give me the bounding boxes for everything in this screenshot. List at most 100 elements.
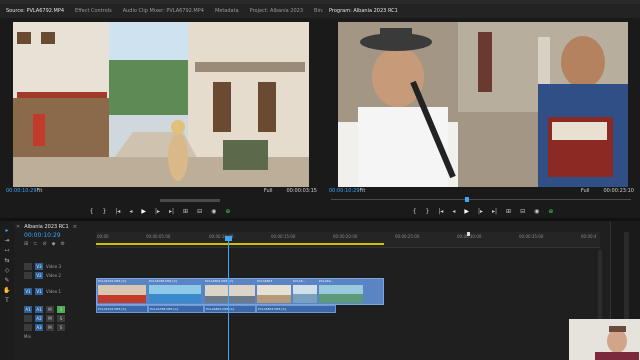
program-step-forward-icon[interactable]: |▸ (478, 208, 483, 215)
track-id-a2[interactable]: A2 (35, 315, 43, 322)
program-scrub-bar[interactable] (331, 199, 631, 200)
slip-tool-icon[interactable]: ◇ (5, 267, 10, 274)
extract-icon[interactable]: ⊟ (520, 208, 525, 215)
source-patch-v1[interactable]: V1 (24, 288, 32, 295)
mute-a2[interactable]: M (46, 315, 54, 322)
nest-toggle-icon[interactable]: ⊞ (24, 241, 28, 247)
step-back-icon[interactable]: ◂ (129, 208, 132, 215)
program-play-icon[interactable]: ▶ (464, 208, 469, 215)
ripple-edit-tool-icon[interactable]: ⇿ (4, 247, 9, 254)
track-id-v2[interactable]: V2 (35, 272, 43, 279)
audio-clip[interactable]: PVLA6768.MP4 [A] (148, 305, 204, 313)
program-fit-select[interactable]: Fit (360, 188, 366, 194)
mark-in-icon[interactable]: { (90, 208, 94, 215)
playhead-line[interactable] (228, 236, 229, 360)
step-forward-icon[interactable]: |▸ (155, 208, 160, 215)
source-current-timecode[interactable]: 00:00:10:29 (6, 188, 37, 194)
playhead-handle[interactable] (225, 236, 232, 241)
audio-clip[interactable]: PVLA6802.MP4 [A] (204, 305, 256, 313)
program-quality-select[interactable]: Full (581, 188, 590, 194)
track-target-badge[interactable] (24, 263, 32, 270)
add-marker-icon[interactable]: ◆ (52, 241, 56, 247)
linked-selection-icon[interactable]: ⊘ (42, 241, 46, 247)
audio-clip[interactable]: PVLA6803.MP4 [A] (256, 305, 336, 313)
wrench-icon[interactable]: ⚙ (60, 241, 64, 247)
track-header-mix: Mix (24, 332, 96, 341)
source-video-frame[interactable] (13, 22, 309, 187)
source-zoom-bar[interactable] (160, 199, 220, 202)
solo-a3[interactable]: S (57, 324, 65, 331)
hand-tool-icon[interactable]: ✋ (3, 287, 10, 294)
source-patch-a1[interactable]: A1 (24, 306, 32, 313)
type-tool-icon[interactable]: T (5, 297, 9, 304)
track-id-a1[interactable]: A1 (35, 306, 43, 313)
mute-a1[interactable]: M (46, 306, 54, 313)
track-header-a2: A2 M S (24, 314, 96, 323)
track-select-tool-icon[interactable]: ⇥ (4, 237, 9, 244)
tab-effect-controls[interactable]: Effect Controls (75, 8, 112, 14)
tab-audio-clip-mixer[interactable]: Audio Clip Mixer: PVLA6792.MP4 (123, 8, 204, 14)
program-step-back-icon[interactable]: ◂ (452, 208, 455, 215)
program-go-to-in-icon[interactable]: |◂ (438, 208, 443, 215)
track-target-badge[interactable] (24, 272, 32, 279)
timeline-tab[interactable]: ✕ Albania 2023 RC1 ≡ (16, 221, 77, 232)
sequence-tab-label: Albania 2023 RC1 (24, 223, 69, 230)
solo-a1[interactable]: S (57, 306, 65, 313)
export-frame-icon[interactable]: ◉ (211, 208, 216, 215)
track-target-badge[interactable] (24, 324, 32, 331)
timeline-marker[interactable] (467, 232, 470, 236)
tab-project[interactable]: Project: Albania 2023 (250, 8, 303, 14)
track-id-v1[interactable]: V1 (35, 288, 43, 295)
program-mark-in-icon[interactable]: { (413, 208, 417, 215)
razor-tool-icon[interactable]: ⇆ (4, 257, 9, 264)
video-clip-group[interactable]: PVLA6792.MP4 [V] PVLA6768.MP4 [V] PVLA68… (96, 278, 384, 305)
tab-source[interactable]: Source: PVLA6792.MP4 (6, 8, 64, 14)
track-name-v2: Video 2 (46, 273, 62, 278)
source-duration: 00:00:03:15 (286, 188, 317, 194)
program-playhead-marker[interactable] (465, 197, 469, 202)
audio-clip[interactable]: PVLA6792.MP4 [A] (96, 305, 148, 313)
play-icon[interactable]: ▶ (141, 208, 146, 215)
source-quality-select[interactable]: Full (264, 188, 273, 194)
tab-program[interactable]: Program: Albania 2023 RC1 (329, 8, 398, 14)
menu-icon[interactable]: ≡ (73, 224, 77, 230)
program-button-editor-icon[interactable]: ⊕ (548, 208, 553, 215)
clip-thumbnail (98, 285, 146, 303)
source-fit-select[interactable]: Fit (37, 188, 43, 194)
close-icon[interactable]: ✕ (16, 224, 20, 230)
snap-icon[interactable]: ⊂ (33, 241, 37, 247)
mark-out-icon[interactable]: } (102, 208, 106, 215)
work-area-bar[interactable] (96, 243, 384, 245)
program-monitor: 00:00:10:29 Fit Full 00:00:23:10 { } |◂ … (323, 18, 640, 218)
go-to-out-icon[interactable]: ▸| (169, 208, 174, 215)
program-video-frame[interactable] (338, 22, 628, 187)
program-export-frame-icon[interactable]: ◉ (534, 208, 539, 215)
pen-tool-icon[interactable]: ✎ (4, 277, 9, 284)
ruler-tick: 00:00:05:00 (146, 234, 171, 239)
source-transport: { } |◂ ◂ ▶ |▸ ▸| ⊞ ⊟ ◉ ⊕ (60, 208, 260, 215)
ruler-tick: 00:00:20:00 (333, 234, 358, 239)
track-id-a3[interactable]: A3 (35, 324, 43, 331)
tab-metadata[interactable]: Metadata (215, 8, 239, 14)
solo-a2[interactable]: S (57, 315, 65, 322)
timeline-timecode[interactable]: 00:00:10:29 (24, 232, 61, 239)
ruler-tick: 00:00:15:00 (271, 234, 296, 239)
selection-tool-icon[interactable]: ▸ (5, 227, 8, 234)
button-editor-icon[interactable]: ⊕ (225, 208, 230, 215)
program-current-timecode[interactable]: 00:00:10:29 (329, 188, 360, 194)
go-to-in-icon[interactable]: |◂ (115, 208, 120, 215)
timeline-ruler[interactable]: 00:00 00:00:05:00 00:00:10:00 00:00:15:0… (96, 232, 600, 248)
clip-thumbnail (205, 285, 255, 303)
insert-icon[interactable]: ⊞ (183, 208, 188, 215)
program-mark-out-icon[interactable]: } (425, 208, 429, 215)
track-header-v3: V3 Video 3 (24, 262, 96, 271)
webcam-overlay (569, 319, 640, 360)
program-go-to-out-icon[interactable]: ▸| (492, 208, 497, 215)
track-header-a3: A3 M S (24, 323, 96, 332)
overwrite-icon[interactable]: ⊟ (197, 208, 202, 215)
track-id-v3[interactable]: V3 (35, 263, 43, 270)
mute-a3[interactable]: M (46, 324, 54, 331)
track-target-badge[interactable] (24, 315, 32, 322)
tools-panel: ▸ ⇥ ⇿ ⇆ ◇ ✎ ✋ T (0, 221, 14, 360)
lift-icon[interactable]: ⊞ (506, 208, 511, 215)
